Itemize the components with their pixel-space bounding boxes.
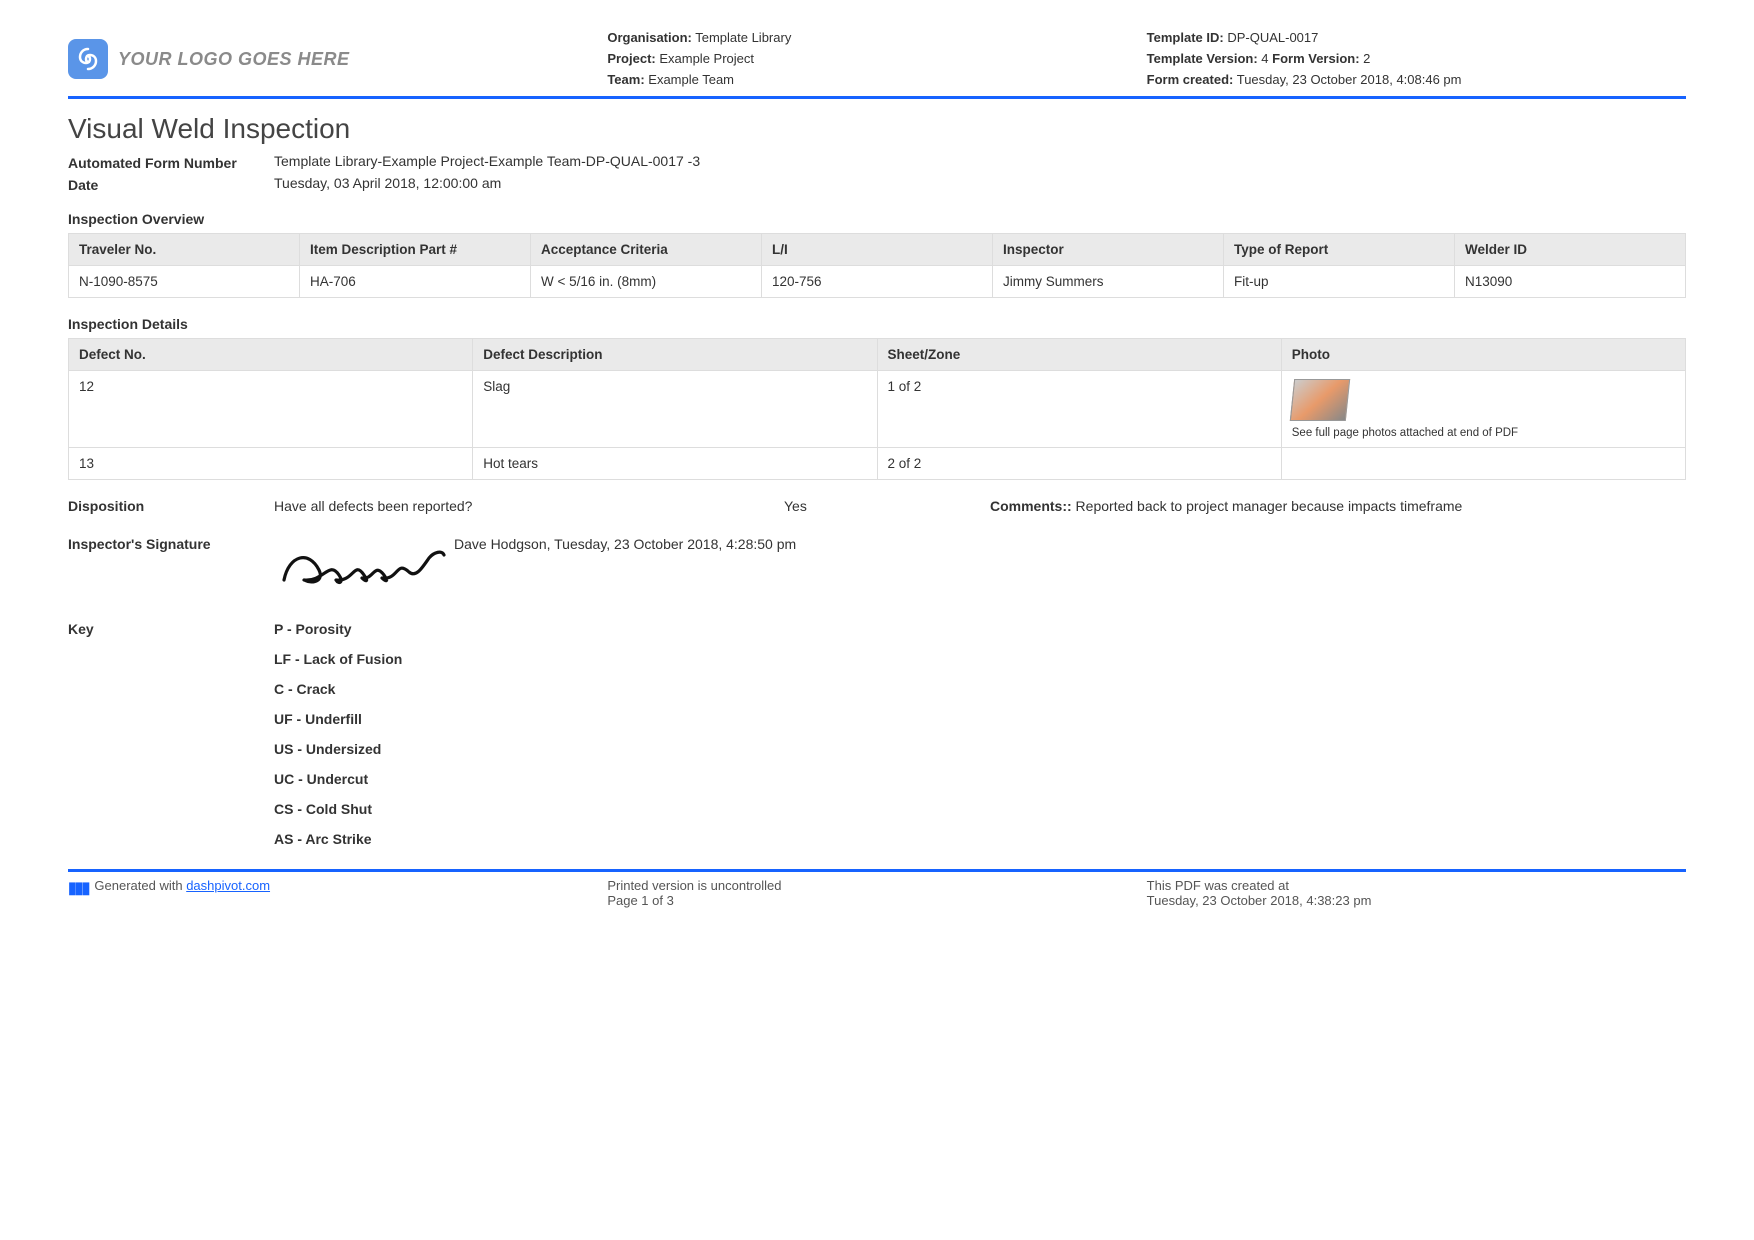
cell-acceptance: W < 5/16 in. (8mm) bbox=[531, 266, 762, 298]
uncontrolled-text: Printed version is uncontrolled bbox=[607, 878, 1146, 893]
comments-value: Reported back to project manager because… bbox=[1072, 498, 1463, 514]
form-version-label: Form Version: bbox=[1272, 51, 1359, 66]
disposition-comments: Comments:: Reported back to project mana… bbox=[990, 498, 1686, 514]
inspection-overview-table: Traveler No. Item Description Part # Acc… bbox=[68, 233, 1686, 298]
photo-note: See full page photos attached at end of … bbox=[1292, 427, 1675, 439]
header-left: YOUR LOGO GOES HERE bbox=[68, 28, 607, 90]
key-item: UC - Undercut bbox=[274, 771, 1686, 787]
th-sheet-zone: Sheet/Zone bbox=[877, 339, 1281, 371]
template-version-value: 4 bbox=[1258, 51, 1272, 66]
inspection-overview-title: Inspection Overview bbox=[68, 211, 1686, 227]
key-item: US - Undersized bbox=[274, 741, 1686, 757]
cell-defect-desc: Slag bbox=[473, 371, 877, 448]
cell-report-type: Fit-up bbox=[1224, 266, 1455, 298]
page-title: Visual Weld Inspection bbox=[68, 113, 1686, 145]
key-item: UF - Underfill bbox=[274, 711, 1686, 727]
footer-right: This PDF was created at Tuesday, 23 Octo… bbox=[1147, 878, 1686, 908]
inspection-details-title: Inspection Details bbox=[68, 316, 1686, 332]
signature-meta: Dave Hodgson, Tuesday, 23 October 2018, … bbox=[454, 536, 1686, 552]
key-label: Key bbox=[68, 621, 274, 861]
table-row: N-1090-8575 HA-706 W < 5/16 in. (8mm) 12… bbox=[69, 266, 1686, 298]
cell-defect-no: 12 bbox=[69, 371, 473, 448]
key-item: CS - Cold Shut bbox=[274, 801, 1686, 817]
dashpivot-icon: ▮▮▮ bbox=[68, 878, 88, 898]
logo-icon bbox=[68, 39, 108, 79]
date-row: Date Tuesday, 03 April 2018, 12:00:00 am bbox=[68, 175, 1686, 193]
table-row: 12 Slag 1 of 2 See full page photos atta… bbox=[69, 371, 1686, 448]
project-label: Project: bbox=[607, 51, 655, 66]
template-id-label: Template ID: bbox=[1147, 30, 1224, 45]
automated-form-value: Template Library-Example Project-Example… bbox=[274, 153, 1686, 171]
cell-defect-desc: Hot tears bbox=[473, 448, 877, 480]
key-row: Key P - Porosity LF - Lack of Fusion C -… bbox=[68, 621, 1686, 861]
team-label: Team: bbox=[607, 72, 644, 87]
cell-li: 120-756 bbox=[762, 266, 993, 298]
comments-label: Comments:: bbox=[990, 498, 1072, 514]
document-page: YOUR LOGO GOES HERE Organisation: Templa… bbox=[0, 0, 1754, 1240]
date-label: Date bbox=[68, 175, 274, 193]
th-acceptance: Acceptance Criteria bbox=[531, 234, 762, 266]
key-item: AS - Arc Strike bbox=[274, 831, 1686, 847]
generated-prefix: Generated with bbox=[94, 878, 186, 893]
footer-left: ▮▮▮ Generated with dashpivot.com bbox=[68, 878, 607, 908]
logo-placeholder-text: YOUR LOGO GOES HERE bbox=[118, 49, 350, 70]
logo-swirl-icon bbox=[76, 47, 100, 71]
cell-photo bbox=[1281, 448, 1685, 480]
disposition-label: Disposition bbox=[68, 498, 274, 514]
header-meta-mid: Organisation: Template Library Project: … bbox=[607, 28, 1146, 90]
inspection-details-table: Defect No. Defect Description Sheet/Zone… bbox=[68, 338, 1686, 480]
th-li: L/I bbox=[762, 234, 993, 266]
key-item: LF - Lack of Fusion bbox=[274, 651, 1686, 667]
disposition-row: Disposition Have all defects been report… bbox=[68, 498, 1686, 514]
cell-defect-no: 13 bbox=[69, 448, 473, 480]
dashpivot-link[interactable]: dashpivot.com bbox=[186, 878, 270, 893]
th-defect-no: Defect No. bbox=[69, 339, 473, 371]
cell-welder-id: N13090 bbox=[1455, 266, 1686, 298]
org-value: Template Library bbox=[692, 30, 791, 45]
signature-image bbox=[274, 536, 454, 593]
page-number: Page 1 of 3 bbox=[607, 893, 1146, 908]
template-version-label: Template Version: bbox=[1147, 51, 1258, 66]
signature-row: Inspector's Signature Dave Hodgson, Tues… bbox=[68, 536, 1686, 593]
th-report-type: Type of Report bbox=[1224, 234, 1455, 266]
created-at-label: This PDF was created at bbox=[1147, 878, 1686, 893]
table-row: 13 Hot tears 2 of 2 bbox=[69, 448, 1686, 480]
th-inspector: Inspector bbox=[993, 234, 1224, 266]
disposition-answer: Yes bbox=[784, 498, 990, 514]
photo-thumb-icon bbox=[1290, 379, 1350, 421]
key-list: P - Porosity LF - Lack of Fusion C - Cra… bbox=[274, 621, 1686, 861]
footer: ▮▮▮ Generated with dashpivot.com Printed… bbox=[68, 869, 1686, 908]
form-created-label: Form created: bbox=[1147, 72, 1234, 87]
key-item: P - Porosity bbox=[274, 621, 1686, 637]
cell-inspector: Jimmy Summers bbox=[993, 266, 1224, 298]
form-version-value: 2 bbox=[1360, 51, 1371, 66]
th-item-desc: Item Description Part # bbox=[300, 234, 531, 266]
template-id-value: DP-QUAL-0017 bbox=[1224, 30, 1319, 45]
footer-mid: Printed version is uncontrolled Page 1 o… bbox=[607, 878, 1146, 908]
key-item: C - Crack bbox=[274, 681, 1686, 697]
date-value: Tuesday, 03 April 2018, 12:00:00 am bbox=[274, 175, 1686, 193]
disposition-question: Have all defects been reported? bbox=[274, 498, 784, 514]
team-value: Example Team bbox=[645, 72, 734, 87]
cell-traveler: N-1090-8575 bbox=[69, 266, 300, 298]
cell-sheet-zone: 1 of 2 bbox=[877, 371, 1281, 448]
project-value: Example Project bbox=[656, 51, 754, 66]
signature-icon bbox=[274, 540, 454, 590]
cell-photo: See full page photos attached at end of … bbox=[1281, 371, 1685, 448]
th-welder-id: Welder ID bbox=[1455, 234, 1686, 266]
th-defect-desc: Defect Description bbox=[473, 339, 877, 371]
cell-item-desc: HA-706 bbox=[300, 266, 531, 298]
created-at-value: Tuesday, 23 October 2018, 4:38:23 pm bbox=[1147, 893, 1686, 908]
automated-form-row: Automated Form Number Template Library-E… bbox=[68, 153, 1686, 171]
th-traveler: Traveler No. bbox=[69, 234, 300, 266]
document-header: YOUR LOGO GOES HERE Organisation: Templa… bbox=[68, 28, 1686, 99]
cell-sheet-zone: 2 of 2 bbox=[877, 448, 1281, 480]
signature-label: Inspector's Signature bbox=[68, 536, 274, 552]
th-photo: Photo bbox=[1281, 339, 1685, 371]
automated-form-label: Automated Form Number bbox=[68, 153, 274, 171]
org-label: Organisation: bbox=[607, 30, 692, 45]
form-created-value: Tuesday, 23 October 2018, 4:08:46 pm bbox=[1233, 72, 1461, 87]
header-meta-right: Template ID: DP-QUAL-0017 Template Versi… bbox=[1147, 28, 1686, 90]
